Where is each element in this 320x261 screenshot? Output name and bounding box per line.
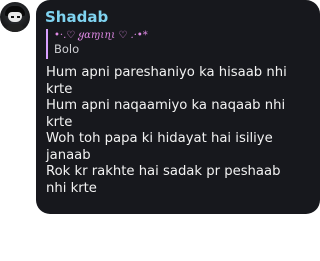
message-text: Hum apni pareshaniyo ka hisaab nhi krte …	[46, 65, 308, 197]
avatar-body	[5, 24, 25, 32]
message-line: krte	[46, 81, 73, 97]
reply-quote[interactable]: •·.♡ ყαɱιɳι ♡ .·•* Bolo	[46, 29, 308, 59]
message-line: Hum apni pareshaniyo ka hisaab nhi	[46, 65, 287, 80]
avatar-left-eye	[11, 16, 14, 18]
message-line: nhi krte	[46, 180, 97, 196]
reply-author: •·.♡ ყαɱιɳι ♡ .·•*	[54, 30, 148, 41]
sender-name[interactable]: Shadab	[45, 8, 308, 26]
message-bubble[interactable]: Shadab •·.♡ ყαɱιɳι ♡ .·•* Bolo Hum apni …	[36, 0, 320, 214]
message-line: krte	[46, 114, 73, 130]
chat-message-row: Shadab •·.♡ ყαɱιɳι ♡ .·•* Bolo Hum apni …	[0, 0, 320, 261]
avatar-right-eye	[17, 16, 20, 18]
message-line: Hum apni naqaamiyo ka naqaab nhi	[46, 98, 286, 113]
message-line: Rok kr rakhte hai sadak pr peshaab	[46, 164, 281, 179]
sender-avatar-icon[interactable]	[0, 2, 30, 32]
reply-text: Bolo	[54, 42, 80, 56]
message-line: Woh toh papa ki hidayat hai isiliye	[46, 131, 273, 146]
message-line: janaab	[46, 147, 91, 163]
